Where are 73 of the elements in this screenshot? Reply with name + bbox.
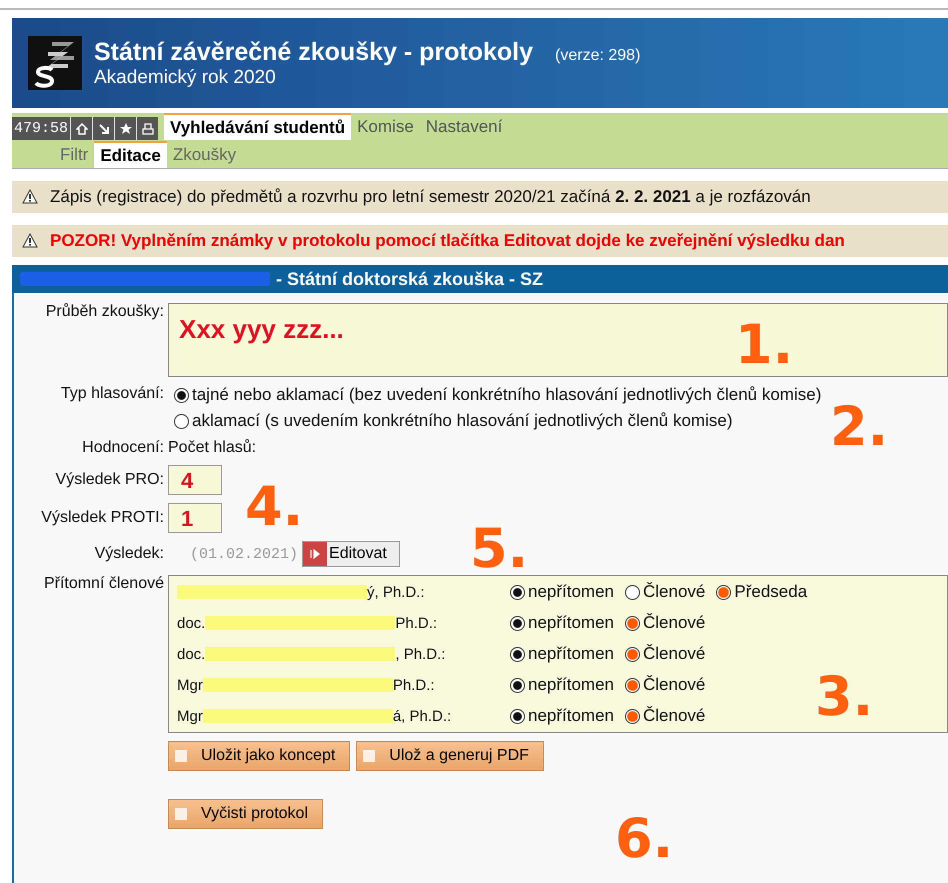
annotation-number: 1.: [735, 318, 794, 372]
radio-button[interactable]: [510, 646, 525, 662]
radio-label: nepřítomen: [528, 582, 614, 602]
radio-label: nepřítomen: [528, 613, 614, 633]
member-title: Mgr: [177, 708, 203, 724]
subtab[interactable]: Zkoušky: [166, 141, 242, 168]
radio-button[interactable]: [625, 616, 640, 630]
annotation-number: 6.: [615, 812, 674, 866]
radio-button[interactable]: [510, 708, 525, 724]
member-title: doc.: [177, 614, 206, 632]
votes-field[interactable]: 4: [168, 465, 222, 495]
app-title: Státní závěrečné zkoušky - protokoly: [94, 38, 534, 66]
field-label: Průběh zkoušky:: [44, 303, 164, 321]
radio-button[interactable]: [625, 646, 640, 662]
radio-label: Členové: [643, 582, 706, 602]
radio-button[interactable]: [510, 584, 525, 600]
radio-label: Členové: [643, 644, 706, 664]
tab[interactable]: Komise: [351, 113, 420, 140]
field-label: Přítomní členové: [42, 575, 164, 593]
subtab[interactable]: Filtr: [54, 141, 94, 168]
radio-button[interactable]: [174, 388, 189, 402]
radio-label: Členové: [643, 706, 706, 726]
radio-button[interactable]: [625, 678, 640, 692]
radio-label: Členové: [643, 675, 706, 695]
session-timer: 479:58: [12, 117, 70, 140]
field-value: Počet hlasů:: [168, 439, 256, 457]
logo-icon: [28, 36, 82, 90]
radio-label: tajné nebo aklamací (bez uvedení konkrétního hlasování jednotlivých členů komise): [192, 385, 822, 405]
radio-button[interactable]: [625, 584, 640, 600]
print-icon[interactable]: [136, 117, 158, 140]
tab[interactable]: Nastavení: [420, 113, 508, 140]
field-label: Výsledek:: [94, 545, 164, 563]
member-name: Ph.D.:: [392, 676, 435, 694]
annotation-number: 5.: [470, 522, 528, 576]
field-label: Výsledek PROTI:: [40, 509, 164, 527]
member-title: doc.: [177, 646, 206, 662]
version-label: (verze: 298): [555, 46, 640, 64]
radio-label: aklamací (s uvedením konkrétního hlasování jednotlivých členů komise): [192, 411, 732, 431]
field-label: Hodnocení:: [81, 439, 164, 457]
member-title: Mgr: [177, 676, 203, 694]
section-title: - Státní doktorská zkouška - SZ: [276, 268, 544, 290]
radio-label: Předseda: [734, 582, 808, 602]
subtab[interactable]: Editace: [94, 141, 167, 168]
field-label: Výsledek PRO:: [54, 471, 164, 489]
member-name: ý, Ph.D.:: [367, 584, 425, 600]
radio-label: nepřítomen: [528, 706, 614, 726]
radio-button[interactable]: [625, 708, 640, 724]
member-name: Ph.D.:: [395, 614, 438, 632]
annotation-number: 2.: [830, 400, 888, 454]
radio-label: Členové: [643, 613, 706, 633]
annotation-number: 4.: [245, 480, 304, 534]
member-name: , Ph.D.:: [395, 646, 446, 662]
radio-button[interactable]: [510, 616, 525, 630]
play-icon: [309, 548, 322, 560]
edit-button[interactable]: Editovat: [302, 541, 400, 567]
votes-field[interactable]: 1: [168, 503, 222, 533]
academic-year: Akademický rok 2020: [94, 66, 277, 88]
annotation-number: 3.: [815, 670, 874, 724]
member-name: á, Ph.D.:: [392, 708, 452, 724]
notice-text: Zápis (registrace) do předmětů a rozvrhu pro letní semestr 2020/21 začíná 2. 2. 2021 a je rozfázován: [50, 187, 811, 207]
save-button[interactable]: Uložit jako koncept: [168, 741, 350, 771]
tab[interactable]: Vyhledávání studentů: [164, 113, 352, 140]
clear-button[interactable]: Vyčisti protokol: [168, 799, 323, 829]
radio-button[interactable]: [174, 414, 189, 428]
radio-label: nepřítomen: [528, 675, 614, 695]
radio-button[interactable]: [510, 678, 525, 692]
field-label: Typ hlasování:: [60, 385, 164, 403]
radio-label: nepřítomen: [528, 644, 614, 664]
notice-text: POZOR! Vyplněním známky v protokolu pomocí tlačítka Editovat dojde ke zveřejnění výsledku dan: [50, 231, 845, 251]
radio-button[interactable]: [716, 584, 732, 600]
result-date: (01.02.2021): [190, 546, 298, 562]
home-icon[interactable]: [70, 117, 92, 140]
save-button[interactable]: Ulož a generuj PDF: [356, 741, 544, 771]
